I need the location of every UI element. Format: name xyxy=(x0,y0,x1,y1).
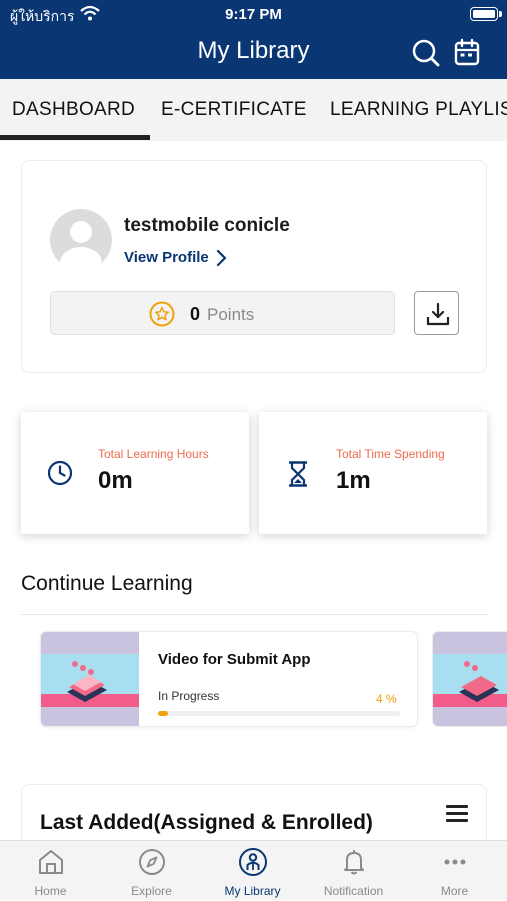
chevron-right-icon[interactable] xyxy=(215,249,227,267)
status-bar: ผู้ให้บริการ 9:17 PM xyxy=(0,0,507,28)
last-added-heading: Last Added(Assigned & Enrolled) xyxy=(40,811,373,834)
nav-home[interactable]: Home xyxy=(0,841,101,901)
nav-label: More xyxy=(440,884,469,898)
calendar-icon[interactable] xyxy=(454,38,480,66)
menu-icon[interactable] xyxy=(446,805,468,826)
nav-my-library[interactable]: My Library xyxy=(202,841,303,901)
nav-label: Home xyxy=(34,884,67,898)
home-icon xyxy=(39,850,63,874)
course-card[interactable]: Video for Submit App In Progress 4 % xyxy=(40,631,418,727)
stat-card-learning-hours: Total Learning Hours 0m xyxy=(21,412,249,534)
course-progress-bar xyxy=(158,711,400,716)
download-button[interactable] xyxy=(414,291,459,335)
nav-explore[interactable]: Explore xyxy=(101,841,202,901)
course-thumbnail xyxy=(41,632,139,726)
course-title: Video for Submit App xyxy=(158,651,311,668)
nav-more[interactable]: More xyxy=(404,841,505,901)
tab-dashboard[interactable]: DASHBOARD xyxy=(12,99,135,121)
compass-icon xyxy=(139,849,165,875)
tab-e-certificate[interactable]: E-CERTIFICATE xyxy=(161,99,307,121)
points-display: 0 Points xyxy=(50,291,395,335)
profile-name: testmobile conicle xyxy=(124,215,290,236)
status-time: 9:17 PM xyxy=(225,6,282,23)
battery-tip xyxy=(499,11,502,17)
divider xyxy=(21,614,487,615)
view-profile-link[interactable]: View Profile xyxy=(124,249,209,266)
bell-icon xyxy=(344,850,364,875)
active-tab-indicator xyxy=(0,135,150,140)
points-label: Points xyxy=(207,305,255,324)
course-progress-percent: 4 % xyxy=(376,692,397,706)
nav-label: Explore xyxy=(131,884,172,898)
hourglass-icon xyxy=(289,461,307,487)
stat-label: Total Time Spending xyxy=(336,447,445,461)
battery-icon xyxy=(470,7,498,21)
stat-card-time-spending: Total Time Spending 1m xyxy=(259,412,487,534)
stat-value: 1m xyxy=(336,467,371,494)
bottom-nav: Home Explore My Library Notification Mor… xyxy=(0,840,507,900)
avatar[interactable] xyxy=(50,209,112,271)
course-progress-fill xyxy=(158,711,168,716)
tab-bar: DASHBOARD E-CERTIFICATE LEARNING PLAYLIS… xyxy=(0,79,507,141)
profile-card: testmobile conicle View Profile 0 Points xyxy=(21,160,487,373)
app-header: ผู้ให้บริการ 9:17 PM My Library xyxy=(0,0,507,79)
clock-icon xyxy=(47,460,73,486)
library-icon xyxy=(239,848,267,876)
star-badge-icon xyxy=(149,301,175,327)
nav-label: Notification xyxy=(323,884,384,898)
stat-value: 0m xyxy=(98,467,133,494)
points-value: 0 xyxy=(190,304,201,324)
course-card-next[interactable] xyxy=(432,631,507,727)
nav-label: My Library xyxy=(224,884,281,898)
tab-learning-playlist[interactable]: LEARNING PLAYLIST xyxy=(330,99,507,121)
more-icon xyxy=(444,859,466,865)
search-icon[interactable] xyxy=(411,38,441,68)
continue-learning-heading: Continue Learning xyxy=(21,572,193,595)
nav-notification[interactable]: Notification xyxy=(303,841,404,901)
download-icon xyxy=(426,302,450,326)
course-status: In Progress xyxy=(158,689,220,703)
stat-label: Total Learning Hours xyxy=(98,447,209,461)
